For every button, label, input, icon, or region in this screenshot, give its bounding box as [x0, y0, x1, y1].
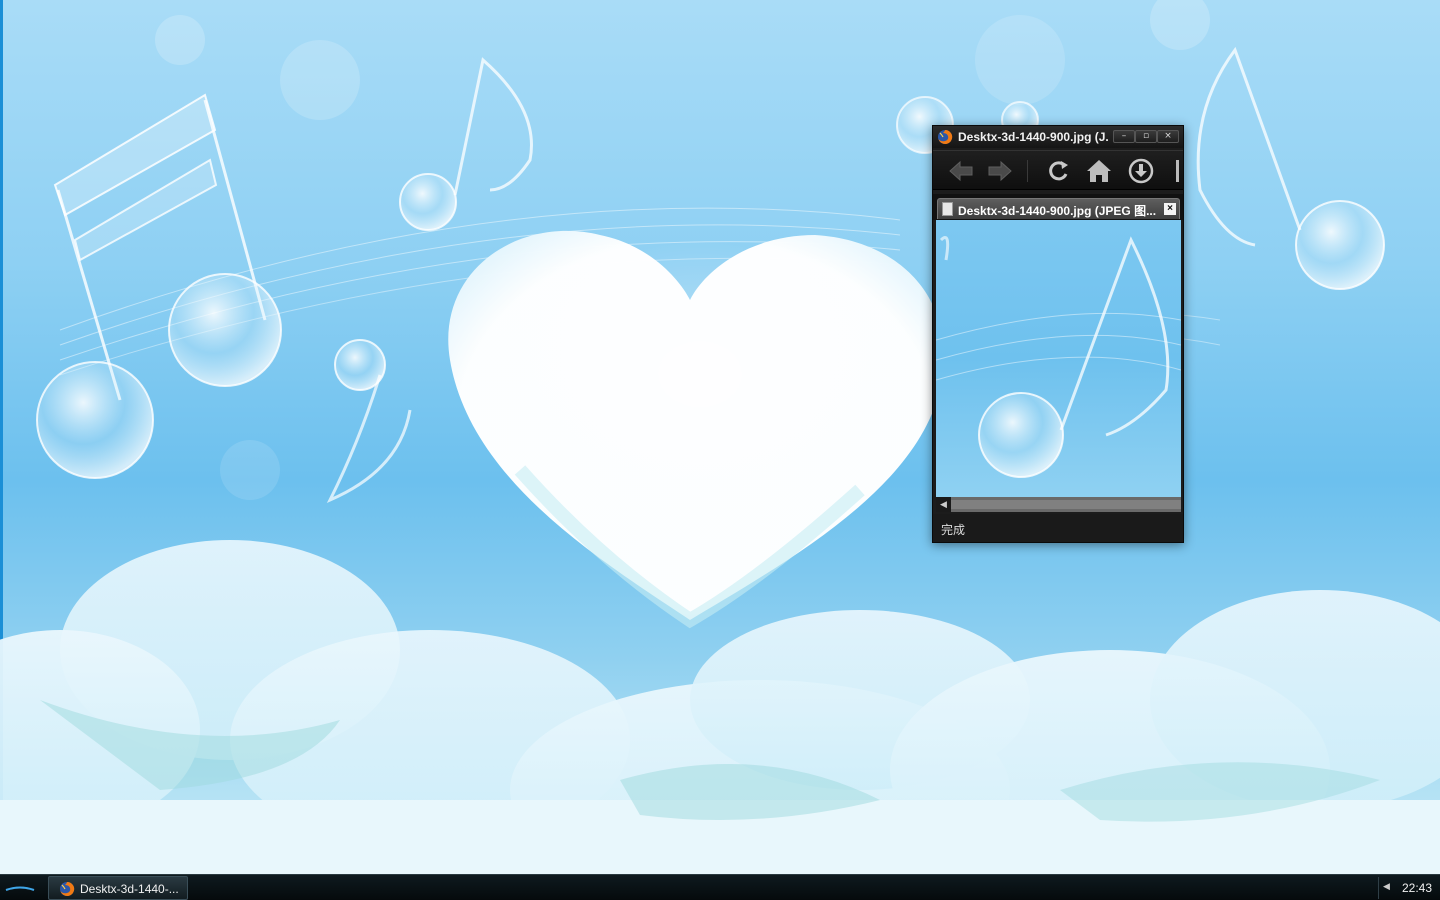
- window-titlebar[interactable]: Desktx-3d-1440-900.jpg (J... – ▫ ×: [933, 126, 1183, 148]
- maximize-button[interactable]: ▫: [1135, 130, 1157, 143]
- download-icon[interactable]: [1126, 156, 1156, 186]
- tab-strip: Desktx-3d-1440-900.jpg (JPEG 图... ×: [933, 194, 1183, 220]
- window-title: Desktx-3d-1440-900.jpg (J...: [958, 130, 1108, 144]
- scroll-track[interactable]: [951, 500, 1181, 509]
- toolbar-separator: [1027, 160, 1028, 182]
- clock[interactable]: 22:43: [1402, 881, 1432, 895]
- status-text: 完成: [941, 523, 966, 537]
- wallpaper-preview-image: [936, 236, 1181, 478]
- tray-divider: [1378, 877, 1379, 899]
- page-content-image: [936, 220, 1181, 497]
- minimize-button[interactable]: –: [1113, 130, 1135, 143]
- horizontal-scrollbar[interactable]: ◀: [936, 497, 1181, 512]
- toolbar-overflow-edge: [1176, 160, 1179, 182]
- navigation-toolbar: [933, 150, 1183, 190]
- document-icon: [942, 202, 953, 216]
- tray-expand-icon[interactable]: ◀: [1383, 881, 1390, 892]
- start-button[interactable]: [0, 875, 46, 900]
- tab-label: Desktx-3d-1440-900.jpg (JPEG 图...: [958, 204, 1157, 218]
- taskbar-item-label: Desktx-3d-1440-...: [80, 882, 179, 896]
- tab-close-button[interactable]: ×: [1164, 203, 1176, 215]
- home-icon[interactable]: [1084, 156, 1114, 186]
- firefox-icon: [938, 129, 953, 144]
- scroll-left-button[interactable]: ◀: [936, 497, 951, 512]
- desktop-wallpaper: [0, 0, 1440, 874]
- taskbar: Desktx-3d-1440-... ◀ 22:43: [0, 874, 1440, 900]
- close-button[interactable]: ×: [1157, 130, 1179, 143]
- browser-window: Desktx-3d-1440-900.jpg (J... – ▫ × Deskt…: [932, 125, 1184, 543]
- forward-arrow-icon[interactable]: [985, 156, 1015, 186]
- wallpaper-art: [0, 0, 1440, 874]
- back-arrow-icon[interactable]: [946, 156, 976, 186]
- taskbar-item-browser[interactable]: Desktx-3d-1440-...: [48, 876, 188, 900]
- tab-image[interactable]: Desktx-3d-1440-900.jpg (JPEG 图... ×: [937, 198, 1180, 219]
- firefox-icon: [60, 881, 75, 896]
- reload-icon[interactable]: [1043, 156, 1073, 186]
- status-bar: 完成: [933, 514, 1183, 542]
